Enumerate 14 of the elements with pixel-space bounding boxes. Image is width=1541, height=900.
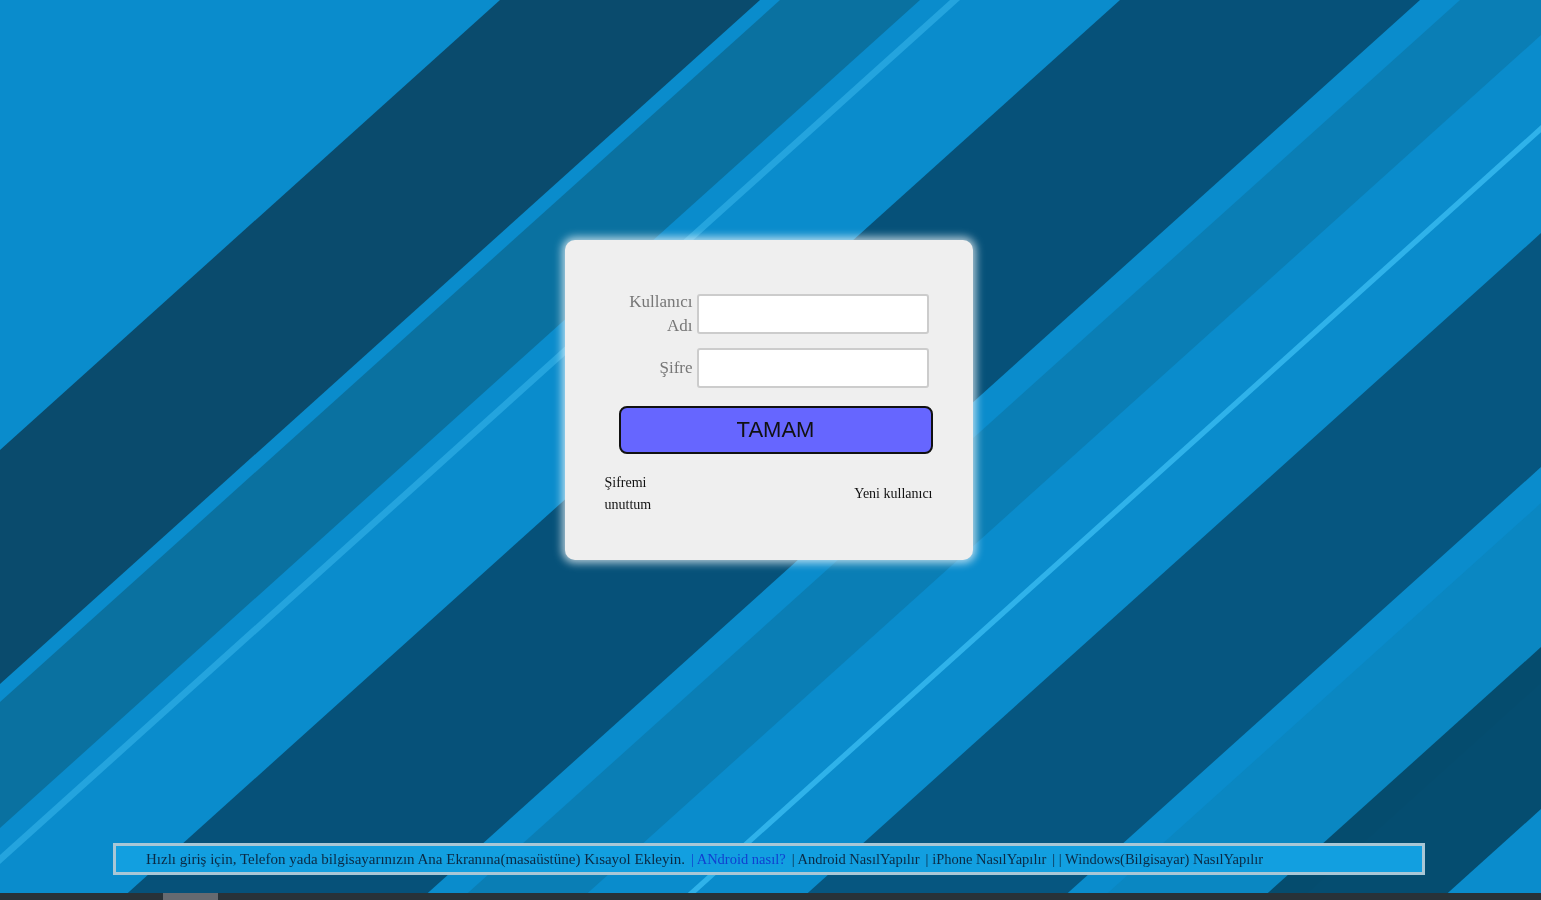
footer-link[interactable]: | iPhone NasılYapılır (925, 850, 1047, 868)
footer-link[interactable]: | Android NasılYapılır (791, 850, 920, 868)
scrollbar[interactable] (0, 893, 1541, 900)
submit-button[interactable]: TAMAM (618, 406, 933, 454)
field-label: Şifre (658, 357, 693, 379)
field-label: Kullanıcı Adı (628, 291, 693, 337)
register-link[interactable]: Yeni kullanıcı (854, 486, 933, 502)
input-field[interactable] (696, 294, 929, 334)
forgot-password-link[interactable]: Şifremi unuttum (604, 472, 667, 516)
footer-link[interactable]: | | Windows(Bilgisayar) NasılYapılır (1052, 850, 1264, 868)
footer-link[interactable]: | ANdroid nasıl? (690, 850, 786, 868)
footer-text: Hızlı giriş için, Telefon yada bilgisayarınızın Ana Ekranına(masaüstüne) Kısayol Ekleyin. (146, 850, 685, 868)
input-field[interactable] (696, 348, 929, 388)
scrollbar-thumb[interactable] (163, 893, 218, 900)
